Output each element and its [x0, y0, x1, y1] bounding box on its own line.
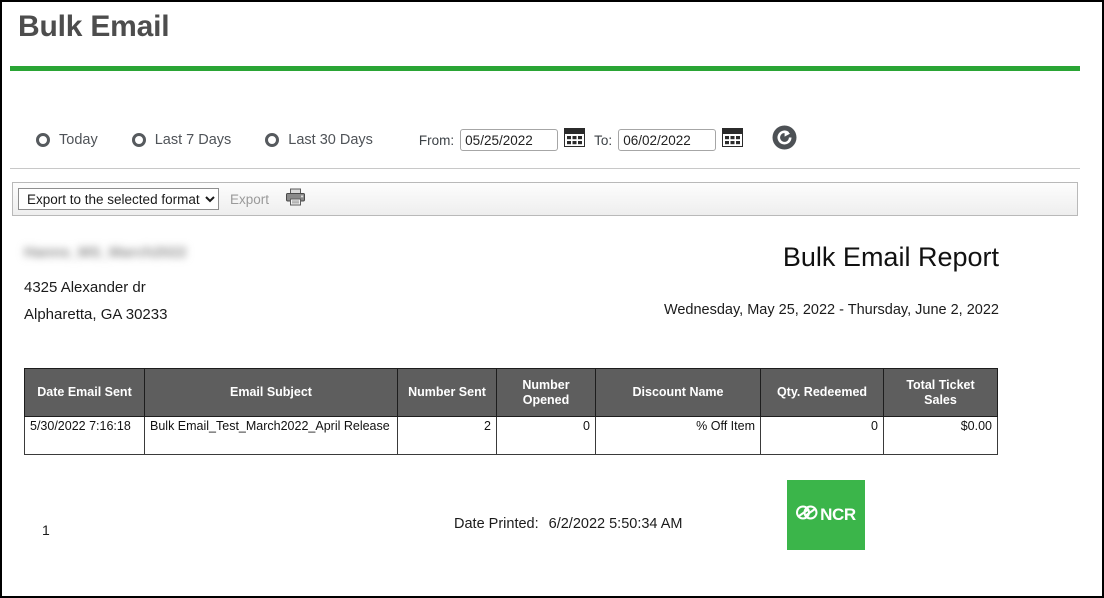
date-printed: Date Printed: 6/2/2022 5:50:34 AM	[454, 516, 682, 532]
col-header-date-email-sent: Date Email Sent	[24, 368, 145, 417]
date-range-group: From: To:	[419, 125, 797, 155]
col-header-total-ticket-sales: Total Ticket Sales	[883, 368, 998, 417]
refresh-icon[interactable]	[772, 125, 797, 155]
table-header-row: Date Email Sent Email Subject Number Sen…	[24, 368, 998, 417]
toolbar-divider	[10, 168, 1080, 169]
radio-last-7-days[interactable]: Last 7 Days	[131, 132, 232, 148]
ncr-mark-icon	[796, 505, 818, 525]
printer-icon[interactable]	[286, 188, 306, 211]
cell-email-subject: Bulk Email_Test_March2022_April Release	[144, 416, 398, 455]
col-header-email-subject: Email Subject	[144, 368, 398, 417]
organization-address-line1: 4325 Alexander dr	[24, 279, 146, 296]
cell-number-sent: 2	[397, 416, 497, 455]
to-calendar-icon[interactable]	[722, 128, 744, 152]
from-date-input[interactable]	[460, 129, 559, 151]
ncr-logo: NCR	[787, 480, 865, 550]
col-header-number-sent: Number Sent	[397, 368, 497, 417]
date-preset-radio-group: Today Last 7 Days Last 30 Days	[36, 132, 407, 148]
date-printed-label: Date Printed:	[454, 516, 539, 532]
page-number: 1	[42, 522, 50, 538]
page-title: Bulk Email	[18, 10, 170, 43]
cell-qty-redeemed: 0	[760, 416, 884, 455]
table-row: 5/30/2022 7:16:18 Bulk Email_Test_March2…	[24, 416, 998, 455]
report-header: Hanns_MS_March2022 4325 Alexander dr Alp…	[2, 230, 1102, 334]
bulk-email-table: Date Email Sent Email Subject Number Sen…	[24, 368, 998, 455]
to-label: To:	[594, 132, 613, 148]
col-header-total-ticket-line1: Total Ticket	[906, 377, 975, 392]
col-header-number-opened: Number Opened	[496, 368, 596, 417]
ncr-logo-text: NCR	[820, 505, 856, 524]
col-header-number-opened-line2: Opened	[522, 392, 570, 407]
report-title: Bulk Email Report	[782, 242, 999, 272]
radio-last-7-days-icon[interactable]	[131, 133, 146, 147]
radio-today-icon[interactable]	[36, 133, 50, 147]
cell-date-email-sent: 5/30/2022 7:16:18	[24, 416, 145, 455]
radio-last-30-days-icon[interactable]	[265, 133, 280, 147]
to-date-input[interactable]	[618, 129, 717, 151]
col-header-discount-name: Discount Name	[595, 368, 761, 417]
col-header-total-ticket-line2: Sales	[924, 392, 957, 407]
from-calendar-icon[interactable]	[564, 128, 586, 152]
cell-discount-name: % Off Item	[595, 416, 761, 455]
bulk-email-page: Bulk Email Today Last 7 Days Last 30 Day…	[0, 0, 1104, 598]
col-header-qty-redeemed: Qty. Redeemed	[760, 368, 884, 417]
organization-address-line2: Alpharetta, GA 30233	[24, 306, 168, 323]
radio-last-30-days-label: Last 30 Days	[288, 132, 373, 148]
export-format-select[interactable]: Export to the selected format	[18, 188, 219, 210]
date-printed-value: 6/2/2022 5:50:34 AM	[548, 516, 683, 532]
report-area: Hanns_MS_March2022 4325 Alexander dr Alp…	[2, 230, 1102, 550]
filter-bar: Today Last 7 Days Last 30 Days From: 05/…	[2, 114, 1102, 166]
radio-last-30-days[interactable]: Last 30 Days	[265, 132, 373, 148]
accent-bar	[10, 66, 1080, 71]
radio-today[interactable]: Today	[36, 132, 98, 148]
cell-number-opened: 0	[496, 416, 596, 455]
report-date-range: Wednesday, May 25, 2022 - Thursday, June…	[663, 302, 999, 318]
radio-last-7-days-label: Last 7 Days	[154, 132, 232, 148]
col-header-number-opened-line1: Number	[522, 377, 570, 392]
from-label: From:	[418, 132, 455, 148]
export-button[interactable]: Export	[230, 192, 269, 207]
cell-total-ticket-sales: $0.00	[883, 416, 998, 455]
radio-today-label: Today	[59, 132, 98, 148]
export-toolbar: Export to the selected format Export	[12, 182, 1078, 216]
organization-name-redacted: Hanns_MS_March2022	[24, 244, 187, 261]
